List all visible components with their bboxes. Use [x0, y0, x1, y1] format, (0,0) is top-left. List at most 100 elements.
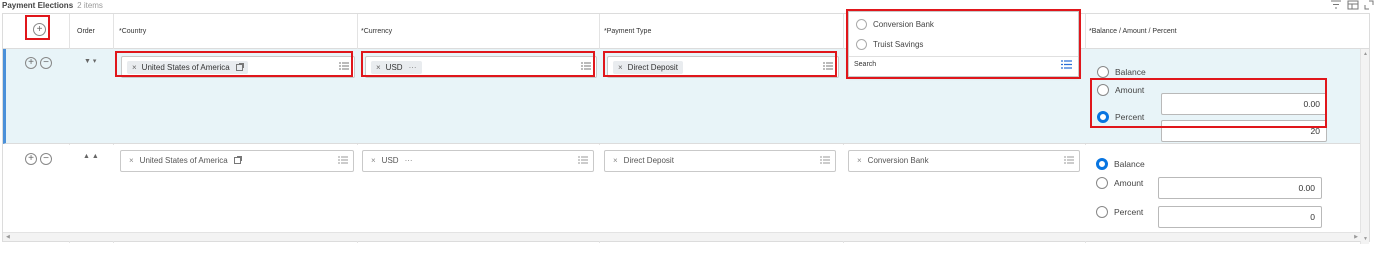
remove-icon[interactable]: × [857, 156, 862, 165]
title-bar: Payment Elections 2 items [0, 0, 1380, 13]
grid-title-text: Payment Elections [2, 1, 74, 10]
list-icon[interactable] [338, 156, 348, 164]
remove-icon[interactable]: × [618, 63, 623, 72]
radio-button[interactable] [1096, 158, 1108, 170]
remove-icon[interactable]: × [613, 156, 618, 165]
country-prompt[interactable]: × United States of America [120, 150, 354, 172]
horizontal-scrollbar[interactable]: ◀ ▶ [3, 232, 1361, 241]
amount-label: Amount [1114, 178, 1144, 188]
reorder-arrows[interactable]: ▲▲ [83, 153, 101, 160]
currency-prompt[interactable]: × USD ··· [362, 150, 594, 172]
currency-header: *Currency [361, 28, 393, 35]
remove-icon[interactable]: × [132, 63, 137, 72]
balance-label: Balance [1115, 67, 1146, 77]
currency-pill[interactable]: × USD ··· [371, 61, 422, 74]
radio-button[interactable] [856, 19, 867, 30]
scroll-up-icon[interactable]: ▲ [1363, 51, 1368, 57]
list-icon[interactable] [578, 156, 588, 164]
radio-button[interactable] [1097, 111, 1109, 123]
balance-radio[interactable]: Balance [1097, 66, 1146, 78]
scroll-right-icon[interactable]: ▶ [1354, 234, 1358, 240]
percent-input[interactable]: 20 [1161, 120, 1327, 142]
payment-type-header: *Payment Type [604, 28, 652, 35]
table-row: + − ▼▾ × United States of America × USD ···… [3, 49, 1361, 144]
option-label: Conversion Bank [873, 20, 934, 29]
radio-button[interactable] [1097, 66, 1109, 78]
filter-icon[interactable] [1330, 0, 1342, 11]
option-label: Truist Savings [873, 40, 924, 49]
country-value: United States of America [139, 156, 228, 165]
country-prompt[interactable]: × United States of America [121, 56, 355, 78]
list-icon[interactable] [823, 62, 833, 70]
amount-label: Amount [1115, 85, 1145, 95]
row-actions: + − [25, 153, 52, 165]
remove-icon[interactable]: × [129, 156, 134, 165]
row-actions: + − [25, 57, 52, 69]
payment-type-value: Direct Deposit [627, 63, 678, 72]
vertical-scrollbar[interactable]: ▲ ▼ [1360, 49, 1369, 244]
add-row-icon[interactable]: + [33, 23, 46, 36]
order-header: Order [77, 28, 95, 35]
external-link-icon[interactable] [233, 156, 242, 164]
country-pill[interactable]: × United States of America [129, 156, 242, 165]
more-icon[interactable]: ··· [409, 63, 417, 72]
country-header: *Country [119, 28, 147, 35]
dropdown-option[interactable]: Conversion Bank [856, 19, 934, 30]
columns-icon[interactable] [1347, 0, 1359, 11]
dropdown-option[interactable]: Truist Savings [856, 39, 923, 50]
grid-title: Payment Elections 2 items [2, 1, 103, 10]
payment-type-prompt[interactable]: × Direct Deposit [604, 150, 836, 172]
currency-value: USD [381, 156, 399, 165]
item-count: 2 items [77, 1, 103, 10]
percent-label: Percent [1115, 112, 1145, 122]
account-value: Conversion Bank [867, 156, 929, 165]
list-icon[interactable] [581, 62, 591, 70]
radio-button[interactable] [856, 39, 867, 50]
currency-value: USD [385, 63, 403, 72]
grid-header: + Order *Country *Currency *Payment Type… [3, 14, 1369, 49]
table-row: + − ▲▲ × United States of America × USD ···… [3, 145, 1361, 233]
more-icon[interactable]: ··· [405, 156, 413, 165]
reorder-arrows[interactable]: ▼▾ [84, 57, 98, 65]
remove-icon[interactable]: × [371, 156, 376, 165]
percent-radio[interactable]: Percent [1096, 206, 1143, 218]
balance-radio[interactable]: Balance [1096, 158, 1145, 170]
external-link-icon[interactable] [235, 63, 244, 71]
percent-radio[interactable]: Percent [1097, 111, 1144, 123]
percent-label: Percent [1114, 207, 1144, 217]
payment-type-prompt[interactable]: × Direct Deposit [607, 56, 839, 78]
search-input[interactable]: Search [854, 61, 876, 68]
country-pill[interactable]: × United States of America [127, 61, 248, 74]
account-prompt[interactable]: × Conversion Bank [848, 150, 1080, 172]
add-row-icon[interactable]: + [25, 153, 37, 165]
radio-button[interactable] [1096, 177, 1108, 189]
radio-button[interactable] [1097, 84, 1109, 96]
list-icon[interactable] [339, 62, 349, 70]
expand-icon[interactable] [1364, 0, 1376, 11]
percent-input[interactable]: 0 [1158, 206, 1322, 228]
radio-button[interactable] [1096, 206, 1108, 218]
payment-type-value: Direct Deposit [623, 156, 674, 165]
list-icon[interactable] [1064, 156, 1074, 164]
account-pill[interactable]: × Conversion Bank [857, 156, 929, 165]
remove-row-icon[interactable]: − [40, 57, 52, 69]
remove-icon[interactable]: × [376, 63, 381, 72]
payment-type-pill[interactable]: × Direct Deposit [613, 156, 674, 165]
currency-prompt[interactable]: × USD ··· [365, 56, 597, 78]
amount-radio[interactable]: Amount [1096, 177, 1143, 189]
balance-label: Balance [1114, 159, 1145, 169]
country-value: United States of America [141, 63, 230, 72]
payment-type-pill[interactable]: × Direct Deposit [613, 61, 683, 74]
account-dropdown[interactable]: Conversion Bank Truist Savings Search [848, 11, 1079, 77]
amount-input[interactable]: 0.00 [1158, 177, 1322, 199]
list-icon[interactable] [1061, 60, 1072, 69]
list-icon[interactable] [820, 156, 830, 164]
payment-elections-grid: + Order *Country *Currency *Payment Type… [2, 13, 1370, 244]
amount-input[interactable]: 0.00 [1161, 93, 1327, 115]
scroll-down-icon[interactable]: ▼ [1363, 236, 1368, 242]
add-row-icon[interactable]: + [25, 57, 37, 69]
amount-radio[interactable]: Amount [1097, 84, 1144, 96]
currency-pill[interactable]: × USD ··· [371, 156, 413, 165]
scroll-left-icon[interactable]: ◀ [6, 234, 10, 240]
remove-row-icon[interactable]: − [40, 153, 52, 165]
